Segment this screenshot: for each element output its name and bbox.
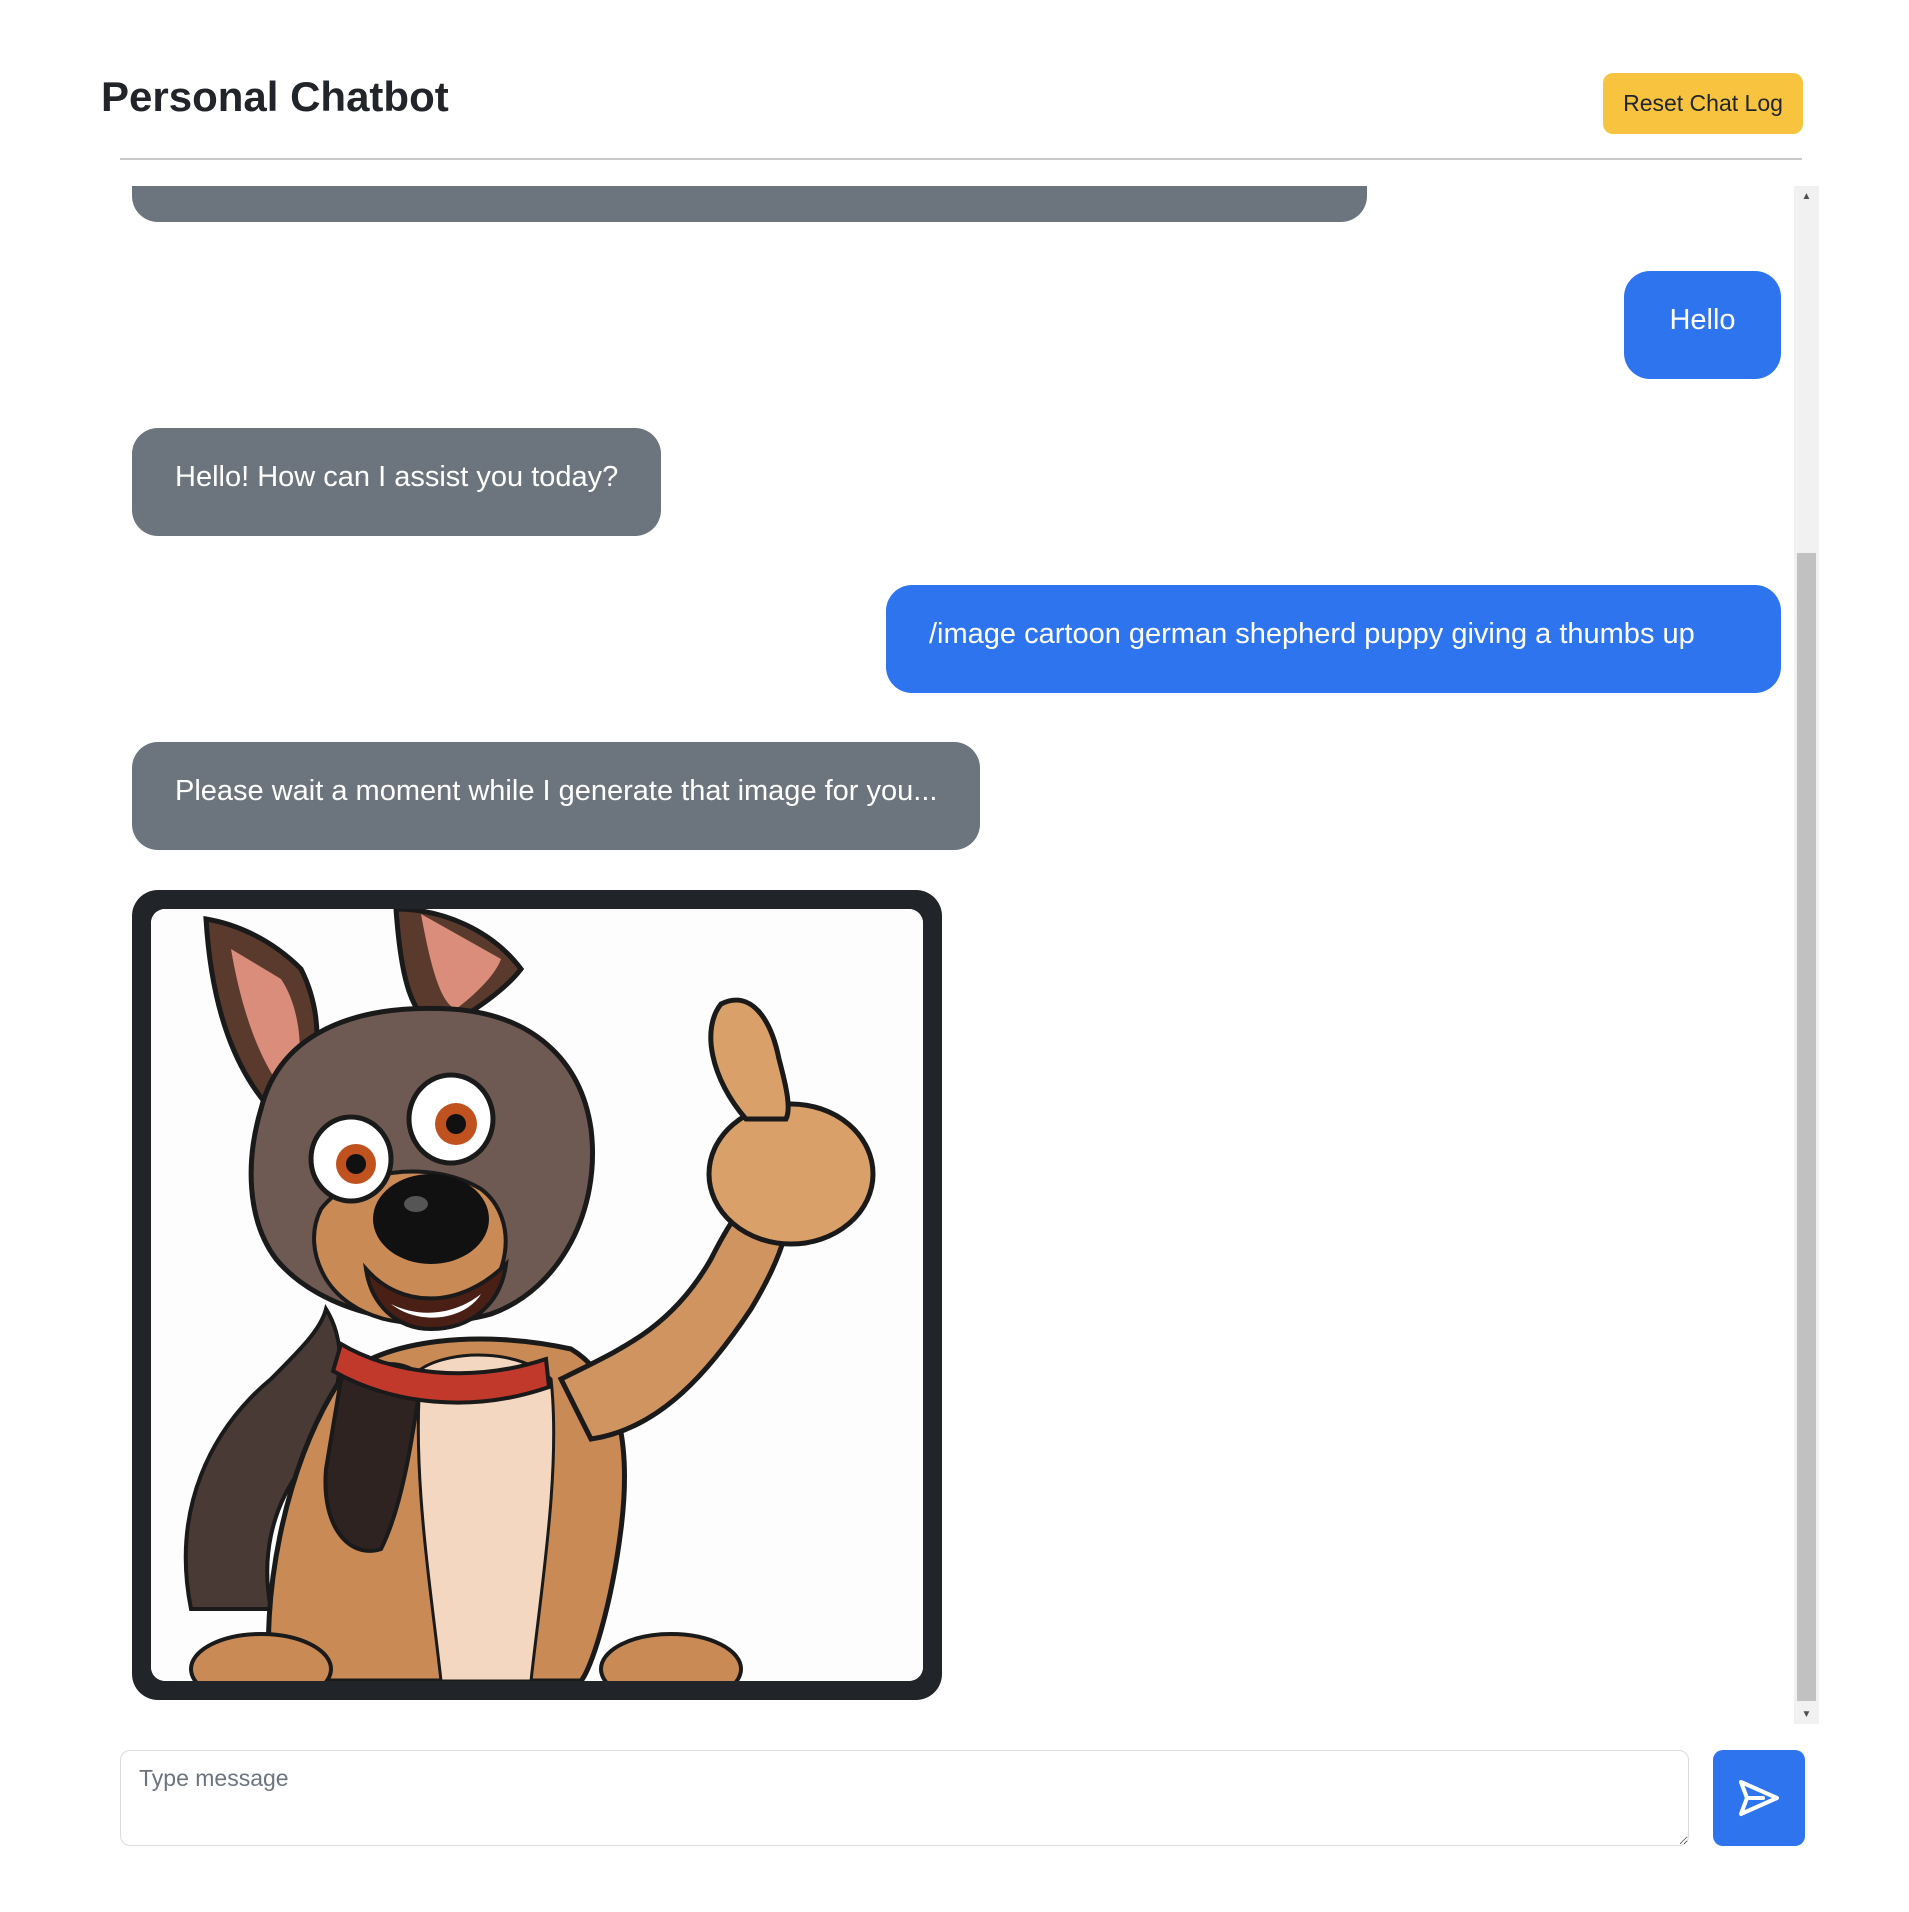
bot-message: Please wait a moment while I generate th… [132, 742, 981, 850]
bot-message: Hello! How can I assist you today? [132, 428, 662, 536]
message-composer [120, 1750, 1820, 1846]
reset-chat-log-button[interactable]: Reset Chat Log [1603, 73, 1803, 134]
chat-scrollbar[interactable]: ▲ ▼ [1794, 186, 1819, 1724]
generated-image [151, 909, 923, 1681]
bot-message-partial [132, 186, 1367, 222]
scrollbar-thumb[interactable] [1797, 553, 1816, 1701]
chat-header: Personal Chatbot Reset Chat Log [101, 70, 1821, 160]
page-title: Personal Chatbot [101, 73, 449, 120]
message-input[interactable] [120, 1750, 1689, 1846]
header-divider [120, 158, 1802, 160]
scroll-up-arrow-icon[interactable]: ▲ [1794, 186, 1819, 206]
send-button[interactable] [1713, 1750, 1805, 1846]
send-icon [1739, 1780, 1779, 1816]
user-message: /image cartoon german shepherd puppy giv… [886, 585, 1781, 693]
chat-window[interactable]: Hello Hello! How can I assist you today?… [120, 186, 1819, 1724]
user-message: Hello [1624, 271, 1781, 379]
generated-image-message [132, 890, 942, 1700]
scroll-down-arrow-icon[interactable]: ▼ [1794, 1704, 1819, 1724]
